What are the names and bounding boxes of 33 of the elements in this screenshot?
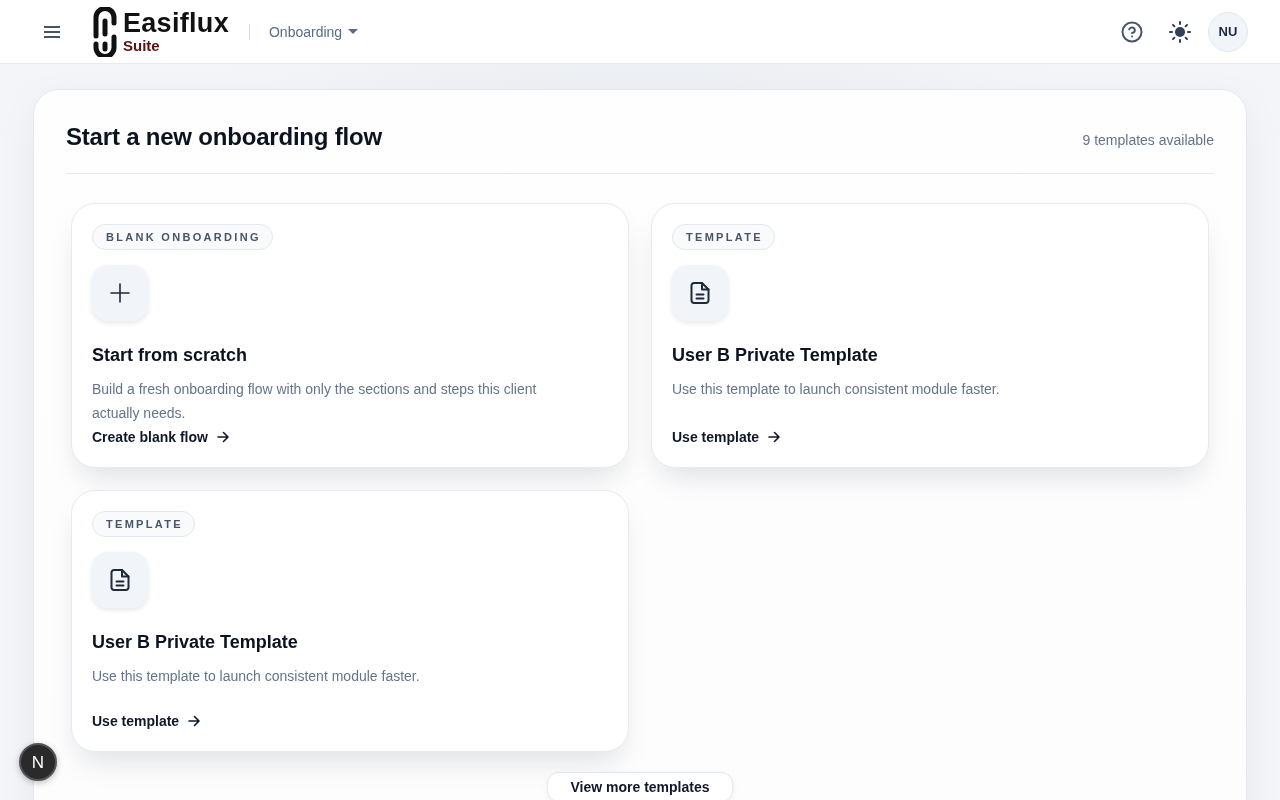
card-tag: BLANK ONBOARDING [92,224,273,250]
arrow-right-icon [768,431,781,443]
document-icon [672,265,728,321]
avatar-button[interactable]: NU [1208,11,1248,52]
help-icon [1121,20,1143,43]
module-dropdown[interactable]: Onboarding [268,21,359,42]
view-more-button[interactable]: View more templates [547,772,733,800]
template-count: 9 templates available [1082,131,1214,150]
theme-toggle-button[interactable] [1168,19,1192,44]
card-title: Start from scratch [92,344,248,367]
card-tag: TEMPLATE [672,224,775,250]
card-link[interactable]: Use template [92,709,201,731]
plus-icon [92,265,148,321]
card-tag: TEMPLATE [92,511,195,537]
document-icon [92,552,148,608]
card-description: Use this template to launch consistent module faster. [92,667,420,686]
arrow-right-icon [188,715,201,727]
arrow-right-icon [216,431,229,443]
card-link[interactable]: Use template [672,425,781,447]
card-description: Use this template to launch consistent module faster. [672,380,1000,399]
card-link[interactable]: Create blank flow [92,425,229,447]
sun-icon [1169,20,1191,43]
card-title: User B Private Template [672,344,878,367]
help-button[interactable] [1120,19,1144,44]
brand-suffix: Suite [123,37,161,54]
dev-tools-button[interactable]: N [19,743,57,781]
card-description: Build a fresh onboarding flow with only the sections and steps this client actually needs. [92,380,538,423]
card-title: User B Private Template [92,631,298,654]
logo-icon [92,6,118,57]
page-title: Start a new onboarding flow [66,122,382,152]
brand-name: Easiflux [123,9,229,37]
menu-icon [44,25,60,38]
caret-icon [348,29,359,34]
